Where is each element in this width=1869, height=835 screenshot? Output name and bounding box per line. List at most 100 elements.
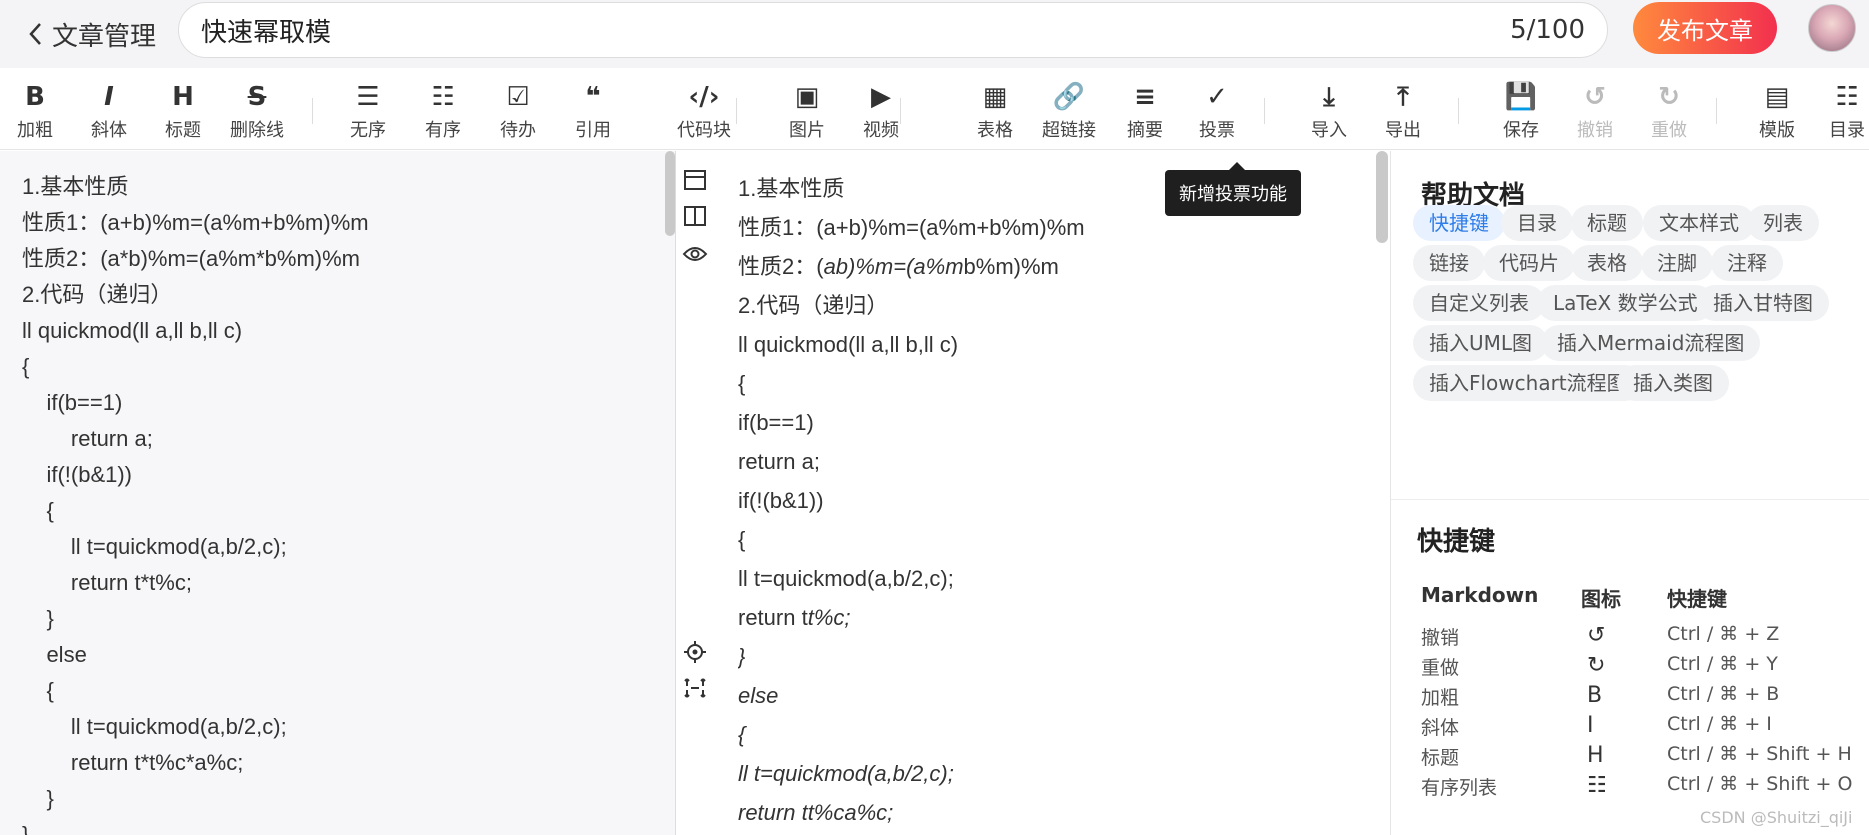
toolbar-strikethrough-button[interactable]: S 删除线 bbox=[221, 80, 293, 142]
help-tag[interactable]: 注释 bbox=[1711, 245, 1783, 281]
shortcut-title: 快捷键 bbox=[1417, 527, 1496, 557]
help-tag[interactable]: 代码片 bbox=[1483, 245, 1575, 281]
toolbar-export-button[interactable]: ⤒ 导出 bbox=[1367, 80, 1439, 142]
preview-line: } bbox=[738, 637, 1378, 676]
help-tag[interactable]: 列表 bbox=[1747, 205, 1819, 241]
locate-icon[interactable] bbox=[680, 637, 710, 667]
table-icon: ▦ bbox=[982, 82, 1008, 112]
avatar[interactable] bbox=[1808, 4, 1856, 52]
editor-line[interactable]: { bbox=[22, 493, 675, 529]
toolbar-redo-button[interactable]: ↻ 重做 bbox=[1633, 80, 1705, 142]
toolbar-unordered-list-button[interactable]: ☰ 无序 bbox=[332, 80, 404, 142]
help-tag[interactable]: 插入Mermaid流程图 bbox=[1541, 325, 1761, 361]
toolbar-ordered-list-button[interactable]: ☷ 有序 bbox=[407, 80, 479, 142]
editor-line[interactable]: ll t=quickmod(a,b/2,c); bbox=[22, 529, 675, 565]
toolbar-label: 摘要 bbox=[1127, 120, 1163, 141]
help-tag[interactable]: 表格 bbox=[1571, 245, 1643, 281]
help-panel: 帮助文档 快捷键 Markdown 图标 快捷键 快捷键 目录 标题 文本样式 列表 链接… bbox=[1390, 151, 1869, 835]
toolbar-separator bbox=[900, 98, 901, 124]
toolbar-undo-button[interactable]: ↺ 撤销 bbox=[1559, 80, 1631, 142]
editor-scrollbar[interactable] bbox=[665, 151, 675, 236]
editor-line[interactable]: 性质1：(a+b)%m=(a%m+b%m)%m bbox=[22, 205, 675, 241]
editor-line[interactable]: } bbox=[22, 781, 675, 817]
help-tag[interactable]: 链接 bbox=[1413, 245, 1485, 281]
toolbar-vote-button[interactable]: ✓ 投票 bbox=[1181, 80, 1253, 142]
publish-button[interactable]: 发布文章 bbox=[1633, 2, 1777, 54]
toolbar-separator bbox=[1264, 98, 1265, 124]
toolbar-quote-button[interactable]: ❝ 引用 bbox=[557, 80, 629, 142]
help-tag[interactable]: 标题 bbox=[1571, 205, 1643, 241]
markdown-preview: 1.基本性质 性质1：(a+b)%m=(a%m+b%m)%m 性质2：(ab)%m=… bbox=[738, 151, 1378, 835]
preview-eye-icon[interactable] bbox=[680, 239, 710, 269]
toolbar-label: 斜体 bbox=[91, 120, 127, 141]
toolbar-template-button[interactable]: ▤ 模版 bbox=[1741, 80, 1813, 142]
toolbar-bold-button[interactable]: B 加粗 bbox=[0, 80, 71, 142]
italic-icon: I bbox=[104, 82, 114, 112]
toolbar-video-button[interactable]: ▶ 视频 bbox=[845, 80, 917, 142]
help-tag[interactable]: 自定义列表 bbox=[1413, 285, 1545, 321]
layout-top-icon[interactable] bbox=[680, 165, 710, 195]
editor-line[interactable]: ll quickmod(ll a,ll b,ll c) bbox=[22, 313, 675, 349]
toolbar-label: 超链接 bbox=[1042, 120, 1096, 141]
preview-line: return tt%ca%c; bbox=[738, 793, 1378, 832]
toolbar-separator bbox=[736, 98, 737, 124]
help-tag[interactable]: LaTeX 数学公式 bbox=[1537, 285, 1714, 321]
editor-line[interactable]: return t*t%c; bbox=[22, 565, 675, 601]
editor-line[interactable]: else bbox=[22, 637, 675, 673]
editor-line[interactable]: return t*t%c*a%c; bbox=[22, 745, 675, 781]
editor-line[interactable]: } bbox=[22, 817, 675, 835]
editor-line[interactable]: 性质2：(a*b)%m=(a%m*b%m)%m bbox=[22, 241, 675, 277]
toolbar-image-button[interactable]: ▣ 图片 bbox=[771, 80, 843, 142]
editor-line[interactable]: if(!(b&1)) bbox=[22, 457, 675, 493]
shortcut-name: 标题 bbox=[1421, 747, 1460, 769]
help-tag[interactable]: 插入Flowchart流程图 bbox=[1413, 365, 1643, 401]
toolbar-todo-button[interactable]: ☑ 待办 bbox=[482, 80, 554, 142]
preview-scrollbar[interactable] bbox=[1376, 151, 1388, 243]
preview-text: b%m)%m bbox=[963, 254, 1059, 279]
help-tag[interactable]: 快捷键 bbox=[1413, 205, 1505, 241]
back-to-article-management[interactable]: 文章管理 bbox=[28, 16, 156, 53]
preview-text: 性质2：( bbox=[738, 254, 824, 279]
toolbar-label: 无序 bbox=[350, 120, 386, 141]
toolbar-code-block-button[interactable]: ‹/› 代码块 bbox=[661, 80, 747, 142]
preview-text: return t bbox=[738, 605, 808, 630]
help-tag[interactable]: 目录 bbox=[1501, 205, 1573, 241]
shortcut-keys: Ctrl / ⌘ + Z bbox=[1667, 623, 1780, 645]
shortcut-name: 有序列表 bbox=[1421, 777, 1498, 799]
shortcut-icon: B bbox=[1587, 683, 1603, 708]
editor-line[interactable]: 2.代码（递归） bbox=[22, 277, 675, 313]
title-input[interactable] bbox=[201, 15, 1511, 45]
toolbar-toc-button[interactable]: ☷ 目录 bbox=[1811, 80, 1869, 142]
shortcut-keys: Ctrl / ⌘ + Y bbox=[1667, 653, 1778, 675]
shortcut-keys: Ctrl / ⌘ + Shift + H bbox=[1667, 743, 1852, 765]
editor-line[interactable]: ll t=quickmod(a,b/2,c); bbox=[22, 709, 675, 745]
editor-line[interactable]: } bbox=[22, 601, 675, 637]
editor-line[interactable]: if(b==1) bbox=[22, 385, 675, 421]
toolbar-summary-button[interactable]: ≡ 摘要 bbox=[1109, 80, 1181, 142]
editor-toolbar: B 加粗 I 斜体 H 标题 S 删除线 ☰ 无序 ☷ 有序 ☑ 待办 ❝ 引用 ‹/› 代码块 ▣ 图片 ▶ 视频 ▦ 表格… bbox=[0, 70, 1869, 150]
help-tag[interactable]: 插入甘特图 bbox=[1697, 285, 1829, 321]
title-field[interactable]: 5/100 bbox=[178, 2, 1608, 58]
preview-line: ll t=quickmod(a,b/2,c); bbox=[738, 754, 1378, 793]
toolbar-italic-button[interactable]: I 斜体 bbox=[73, 80, 145, 142]
help-tag[interactable]: 注脚 bbox=[1641, 245, 1713, 281]
toolbar-import-button[interactable]: ⤓ 导入 bbox=[1293, 80, 1365, 142]
toolbar-save-button[interactable]: 💾 保存 bbox=[1485, 80, 1557, 142]
help-tag[interactable]: 文本样式 bbox=[1643, 205, 1755, 241]
sync-scroll-icon[interactable] bbox=[680, 673, 710, 703]
preview-line: else bbox=[738, 676, 1378, 715]
editor-line[interactable]: { bbox=[22, 349, 675, 385]
toolbar-heading-button[interactable]: H 标题 bbox=[147, 80, 219, 142]
help-tag[interactable]: 插入类图 bbox=[1617, 365, 1729, 401]
editor-line[interactable]: { bbox=[22, 673, 675, 709]
markdown-editor[interactable]: 1.基本性质 性质1：(a+b)%m=(a%m+b%m)%m 性质2：(a*b)%m… bbox=[0, 151, 675, 835]
toolbar-table-button[interactable]: ▦ 表格 bbox=[959, 80, 1031, 142]
toolbar-label: 代码块 bbox=[677, 120, 731, 141]
split-view-icon[interactable] bbox=[680, 201, 710, 231]
toolbar-link-button[interactable]: 🔗 超链接 bbox=[1033, 80, 1105, 142]
help-tag[interactable]: 插入UML图 bbox=[1413, 325, 1549, 361]
preview-line: 性质1：(a+b)%m=(a%m+b%m)%m bbox=[738, 215, 1085, 240]
editor-line[interactable]: return a; bbox=[22, 421, 675, 457]
toolbar-label: 模版 bbox=[1759, 120, 1795, 141]
editor-line[interactable]: 1.基本性质 bbox=[22, 169, 675, 205]
